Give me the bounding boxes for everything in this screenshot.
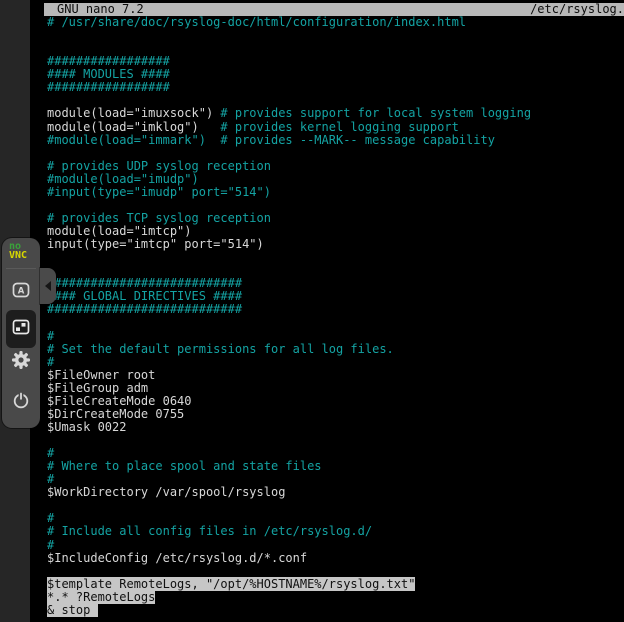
- novnc-logo-bottom: VNC: [9, 251, 27, 260]
- editor-line: $template RemoteLogs, "/opt/%HOSTNAME%/r…: [47, 578, 531, 591]
- nano-title-filename: /etc/rsyslog.: [530, 3, 624, 16]
- editor-text: # /usr/share/doc/rsyslog-doc/html/config…: [47, 16, 531, 617]
- novnc-logo: no VNC: [9, 242, 27, 260]
- clipboard-button[interactable]: A: [6, 278, 36, 306]
- editor-line: [47, 251, 531, 264]
- gear-icon: [11, 350, 31, 374]
- editor-line: & stop: [47, 604, 531, 617]
- editor-line: ###########################: [47, 303, 531, 316]
- panel-divider: [6, 268, 36, 269]
- editor-line: $Umask 0022: [47, 421, 531, 434]
- svg-text:A: A: [18, 287, 25, 297]
- editor-line: [47, 565, 531, 578]
- fullscreen-icon: [11, 317, 31, 341]
- editor-line: #################: [47, 81, 531, 94]
- screen: GNU nano 7.2 /etc/rsyslog. # /usr/share/…: [0, 0, 624, 622]
- disconnect-button[interactable]: [6, 388, 36, 416]
- editor-line: #input(type="imudp" port="514"): [47, 186, 531, 199]
- editor-line: input(type="imtcp" port="514"): [47, 238, 531, 251]
- editor-line: # Set the default permissions for all lo…: [47, 343, 531, 356]
- editor-line: $IncludeConfig /etc/rsyslog.d/*.conf: [47, 552, 531, 565]
- editor-line: #module(load="immark") # provides --MARK…: [47, 134, 531, 147]
- editor-line: [47, 316, 531, 329]
- editor-line: $WorkDirectory /var/spool/rsyslog: [47, 486, 531, 499]
- clipboard-icon: A: [11, 280, 31, 304]
- editor-line: # /usr/share/doc/rsyslog-doc/html/config…: [47, 16, 531, 29]
- editor-line: [47, 434, 531, 447]
- editor-line: # Include all config files in /etc/rsysl…: [47, 525, 531, 538]
- vnc-control-panel: no VNC A: [2, 238, 40, 428]
- editor-line: # Where to place spool and state files: [47, 460, 531, 473]
- panel-collapse-handle[interactable]: [40, 268, 56, 304]
- terminal-screen[interactable]: GNU nano 7.2 /etc/rsyslog. # /usr/share/…: [30, 0, 624, 622]
- editor-line: *.* ?RemoteLogs: [47, 591, 531, 604]
- editor-line: [47, 499, 531, 512]
- power-icon: [11, 390, 31, 414]
- collapse-arrow-icon: [45, 281, 51, 291]
- fullscreen-button[interactable]: [6, 310, 36, 348]
- settings-button[interactable]: [6, 348, 36, 376]
- editor-line: [47, 29, 531, 42]
